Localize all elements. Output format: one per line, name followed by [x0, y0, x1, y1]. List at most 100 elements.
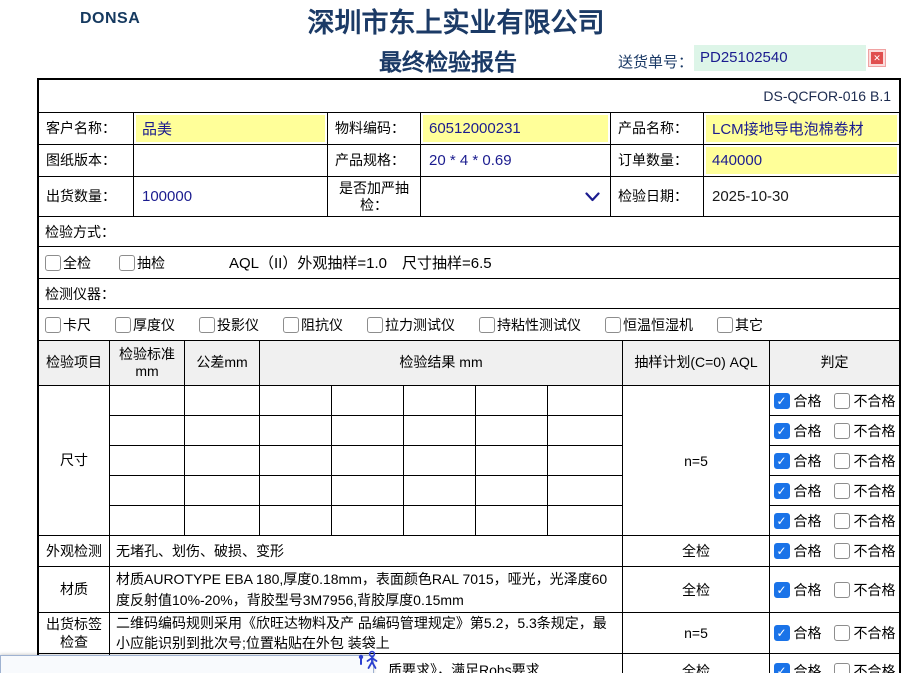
tack-tester-checkbox[interactable]	[479, 317, 495, 333]
impedance-meter-checkbox[interactable]	[283, 317, 299, 333]
fail-label: 不合格	[854, 481, 896, 501]
order-qty-input[interactable]: 440000	[706, 147, 897, 174]
standard-cell[interactable]	[110, 386, 185, 416]
pass-checkbox[interactable]: ✓	[774, 393, 790, 409]
header-judgement: 判定	[770, 341, 899, 386]
sampling-inspection-label: 抽检	[137, 253, 165, 273]
result-cell[interactable]	[260, 446, 332, 476]
fail-checkbox[interactable]	[834, 543, 850, 559]
pass-checkbox[interactable]: ✓	[774, 513, 790, 529]
fail-checkbox[interactable]	[834, 663, 850, 673]
tolerance-cell[interactable]	[185, 386, 260, 416]
fail-checkbox[interactable]	[834, 423, 850, 439]
material-sampling-text: 全检	[682, 580, 710, 600]
pass-label: 合格	[794, 623, 822, 643]
fail-checkbox[interactable]	[834, 625, 850, 641]
header-standard: 检验标准 mm	[110, 341, 185, 386]
result-cell[interactable]	[332, 476, 404, 506]
product-spec-input[interactable]: 20 * 4 * 0.69	[423, 147, 608, 174]
pass-checkbox[interactable]: ✓	[774, 483, 790, 499]
result-cell[interactable]	[476, 386, 548, 416]
fail-checkbox[interactable]	[834, 582, 850, 598]
header-result: 检验结果 mm	[260, 341, 623, 386]
company-name: 深圳市东上实业有限公司	[0, 1, 912, 40]
full-inspection-checkbox[interactable]	[45, 255, 61, 271]
tolerance-cell[interactable]	[185, 416, 260, 446]
checkmark-icon: ✓	[776, 425, 786, 437]
tolerance-cell[interactable]	[185, 446, 260, 476]
result-cell[interactable]	[548, 386, 623, 416]
other-instrument-checkbox[interactable]	[717, 317, 733, 333]
result-cell[interactable]	[404, 476, 476, 506]
result-cell[interactable]	[332, 446, 404, 476]
checkmark-icon: ✓	[776, 485, 786, 497]
product-name-input[interactable]: LCM接地导电泡棉卷材	[706, 115, 897, 142]
material-sampling: 全检	[623, 567, 770, 613]
result-cell[interactable]	[548, 476, 623, 506]
tolerance-cell[interactable]	[185, 506, 260, 536]
projector-checkbox[interactable]	[199, 317, 215, 333]
result-cell[interactable]	[332, 416, 404, 446]
fail-checkbox[interactable]	[834, 513, 850, 529]
result-cell[interactable]	[332, 506, 404, 536]
pass-checkbox[interactable]: ✓	[774, 582, 790, 598]
pass-checkbox[interactable]: ✓	[774, 453, 790, 469]
strict-sampling-label-text: 是否加严抽检：	[328, 180, 420, 212]
result-cell[interactable]	[260, 506, 332, 536]
standard-cell[interactable]	[110, 506, 185, 536]
result-cell[interactable]	[404, 506, 476, 536]
tension-tester-checkbox[interactable]	[367, 317, 383, 333]
standard-cell[interactable]	[110, 416, 185, 446]
result-cell[interactable]	[404, 416, 476, 446]
drawing-version-input[interactable]	[136, 147, 325, 174]
caliper-checkbox[interactable]	[45, 317, 61, 333]
pass-checkbox[interactable]: ✓	[774, 423, 790, 439]
inspect-date-input[interactable]: 2025-10-30	[706, 179, 897, 214]
result-cell[interactable]	[332, 386, 404, 416]
tolerance-cell[interactable]	[185, 476, 260, 506]
result-cell[interactable]	[548, 446, 623, 476]
fail-checkbox[interactable]	[834, 393, 850, 409]
result-cell[interactable]	[476, 506, 548, 536]
result-cell[interactable]	[476, 416, 548, 446]
fail-checkbox[interactable]	[834, 483, 850, 499]
delivery-no-input[interactable]: PD25102540	[694, 45, 866, 71]
result-cell[interactable]	[404, 386, 476, 416]
pass-label: 合格	[794, 391, 822, 411]
result-cell[interactable]	[260, 416, 332, 446]
instrument-climate-chamber: 恒温恒湿机	[605, 315, 693, 335]
result-cell[interactable]	[260, 476, 332, 506]
pass-checkbox[interactable]: ✓	[774, 663, 790, 673]
strict-sampling-dropdown[interactable]	[423, 179, 608, 214]
rohs-sampling-text: 全检	[682, 661, 710, 673]
label-check-condition-text: 二维码编码规则采用《欣旺达物料及产 品编码管理规定》第5.2，5.3条规定，最小…	[116, 613, 618, 654]
tension-tester-label: 拉力测试仪	[385, 315, 455, 335]
pass-checkbox[interactable]: ✓	[774, 543, 790, 559]
label-check-sampling-text: n=5	[684, 625, 708, 641]
pass-checkbox[interactable]: ✓	[774, 625, 790, 641]
rohs-condition-text: 质要求》，满足Rohs要求	[388, 660, 540, 673]
result-cell[interactable]	[404, 446, 476, 476]
sampling-inspection-checkbox[interactable]	[119, 255, 135, 271]
result-cell[interactable]	[548, 416, 623, 446]
pass-label: 合格	[794, 421, 822, 441]
ship-qty-input[interactable]: 100000	[136, 179, 325, 214]
result-cell[interactable]	[476, 446, 548, 476]
standard-cell[interactable]	[110, 446, 185, 476]
method-section-label: 检验方式：	[39, 217, 899, 247]
result-cell[interactable]	[260, 386, 332, 416]
material-code-input[interactable]: 60512000231	[423, 115, 608, 142]
climate-chamber-checkbox[interactable]	[605, 317, 621, 333]
customer-input[interactable]: 品美	[136, 115, 325, 142]
judgement-cell: ✓合格不合格	[770, 536, 899, 567]
fail-checkbox[interactable]	[834, 453, 850, 469]
material-code-label-text: 物料编码：	[335, 120, 405, 136]
thickness-gauge-checkbox[interactable]	[115, 317, 131, 333]
product-spec-label: 产品规格：	[328, 145, 421, 177]
result-cell[interactable]	[548, 506, 623, 536]
standard-cell[interactable]	[110, 476, 185, 506]
pass-label: 合格	[794, 541, 822, 561]
result-cell[interactable]	[476, 476, 548, 506]
customer-label: 客户名称：	[39, 113, 134, 145]
method-option-full: 全检	[45, 253, 91, 273]
